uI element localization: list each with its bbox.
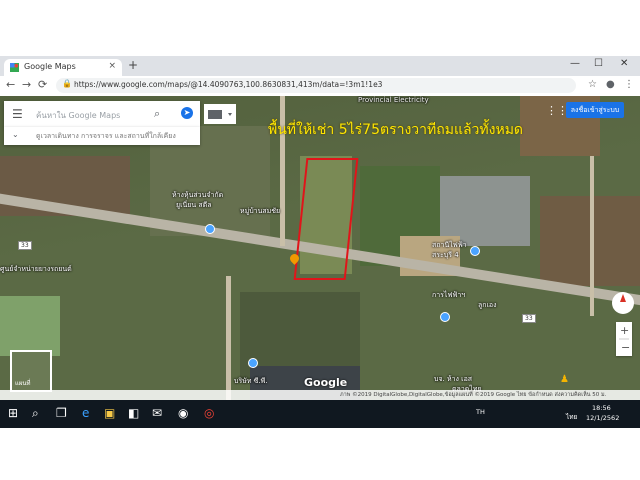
menu-icon[interactable]: ☰	[12, 107, 23, 121]
language-indicator[interactable]: TH	[476, 408, 485, 416]
explore-nearby-text: ดูเวลาเดินทาง การจราจร และสถานที่ใกล้เคี…	[36, 132, 176, 140]
map-label[interactable]: หมู่บ้านสมชัย	[240, 206, 280, 217]
search-icon[interactable]: ⌕	[32, 406, 39, 421]
clock-time[interactable]: 18:56	[592, 404, 611, 412]
compass-icon[interactable]	[612, 292, 634, 314]
pegman-icon[interactable]: ♟	[560, 374, 569, 385]
directions-icon[interactable]: ➤	[181, 107, 193, 119]
search-icon[interactable]: ⌕	[154, 107, 160, 121]
account-icon[interactable]: ●	[606, 79, 615, 90]
side-road	[280, 96, 285, 246]
address-bar[interactable]: 🔒 https://www.google.com/maps/@14.409076…	[56, 78, 576, 93]
tab-bar: Google Maps × + — ☐ ✕	[0, 56, 640, 76]
reload-button[interactable]: ⟳	[38, 78, 47, 91]
satellite-map[interactable]: Provincial Electricity ห้างหุ้นส่วนจำกัด…	[0, 96, 640, 400]
map-label[interactable]: บริษัท ซี.พี.	[234, 376, 267, 387]
maximize-button[interactable]: ☐	[594, 58, 603, 69]
lock-icon: 🔒	[62, 79, 72, 88]
map-type-label: แผนที่	[15, 380, 31, 387]
url-text[interactable]: https://www.google.com/maps/@14.4090763,…	[74, 80, 382, 89]
map-label[interactable]: สระบุรี 4	[432, 250, 459, 261]
map-label[interactable]: การไฟฟ้าฯ	[432, 290, 465, 301]
media-icon[interactable]: ◉	[178, 406, 188, 420]
map-label[interactable]: Provincial Electricity	[358, 96, 429, 104]
side-road	[226, 276, 231, 400]
forward-button[interactable]: →	[22, 78, 31, 91]
rental-overlay-text: พื้นที่ให้เช่า 5ไร่75ตรางวาทีถมแล้วทั้งห…	[268, 122, 524, 138]
tray-language[interactable]: ไทย	[566, 412, 577, 422]
zoom-controls: + −	[616, 322, 632, 356]
task-view-icon[interactable]: ❐	[56, 406, 67, 420]
poi-marker[interactable]	[440, 312, 450, 322]
store-icon[interactable]: ◧	[128, 406, 139, 420]
map-label[interactable]: ลูกเอง	[478, 300, 497, 311]
close-window-button[interactable]: ✕	[620, 58, 628, 69]
file-explorer-icon[interactable]: ▣	[104, 406, 115, 420]
tab-title: Google Maps	[24, 62, 76, 71]
sign-in-button[interactable]: ลงชื่อเข้าสู่ระบบ	[566, 102, 624, 118]
side-road	[590, 156, 594, 316]
start-button[interactable]: ⊞	[8, 406, 18, 420]
google-maps-favicon-icon	[10, 63, 19, 72]
tab-close-icon[interactable]: ×	[108, 61, 116, 71]
new-tab-button[interactable]: +	[128, 58, 138, 72]
road-shield: 33	[522, 314, 536, 323]
attribution-text: ภาพ ©2019 DigitalGlobe,DigitalGlobe,ข้อม…	[340, 392, 607, 398]
zoom-icons: + −	[619, 324, 630, 354]
layers-button[interactable]	[204, 104, 236, 124]
chevron-down-icon: ⌄	[12, 130, 19, 139]
road-shield: 33	[18, 241, 32, 250]
attribution-bar: ภาพ ©2019 DigitalGlobe,DigitalGlobe,ข้อม…	[0, 390, 640, 400]
poi-marker[interactable]	[248, 358, 258, 368]
browser-window: Google Maps × + — ☐ ✕ ← → ⟳ 🔒 https://ww…	[0, 56, 640, 428]
map-type-toggle[interactable]: แผนที่	[10, 350, 52, 392]
clock-date[interactable]: 12/1/2562	[586, 414, 619, 422]
search-box: ☰ ค้นหาใน Google Maps ⌕ ➤	[4, 101, 200, 127]
windows-taskbar: ⊞ ⌕ ❐ e ▣ ◧ ✉ ◉ ◎ TH ไทย 18:56 12/1/2562	[0, 400, 640, 428]
back-button[interactable]: ←	[6, 78, 15, 91]
browser-toolbar: ← → ⟳ 🔒 https://www.google.com/maps/@14.…	[0, 76, 640, 97]
search-input[interactable]: ค้นหาใน Google Maps	[36, 109, 120, 122]
edge-icon[interactable]: e	[82, 406, 89, 420]
google-logo: Google	[304, 376, 348, 389]
layers-icon	[208, 110, 232, 119]
poi-marker[interactable]	[470, 246, 480, 256]
explore-nearby-bar[interactable]: ⌄ ดูเวลาเดินทาง การจราจร และสถานที่ใกล้เ…	[4, 127, 200, 145]
tab-google-maps[interactable]: Google Maps ×	[4, 59, 122, 76]
poi-marker[interactable]	[205, 224, 215, 234]
more-menu-icon[interactable]: ⋮	[624, 79, 634, 90]
map-label[interactable]: ยูเนี่ยน สตีล	[176, 200, 212, 211]
field-patch	[0, 296, 60, 356]
chrome-icon[interactable]: ◎	[204, 406, 214, 420]
minimize-button[interactable]: —	[570, 58, 580, 69]
north-arrow-icon	[620, 294, 626, 302]
map-label[interactable]: ศูนย์จำหน่ายยางรถยนต์	[0, 264, 72, 275]
mail-icon[interactable]: ✉	[152, 406, 162, 420]
bookmark-star-icon[interactable]: ☆	[588, 79, 597, 90]
svg-text:−: −	[621, 341, 630, 354]
svg-text:+: +	[620, 324, 629, 337]
